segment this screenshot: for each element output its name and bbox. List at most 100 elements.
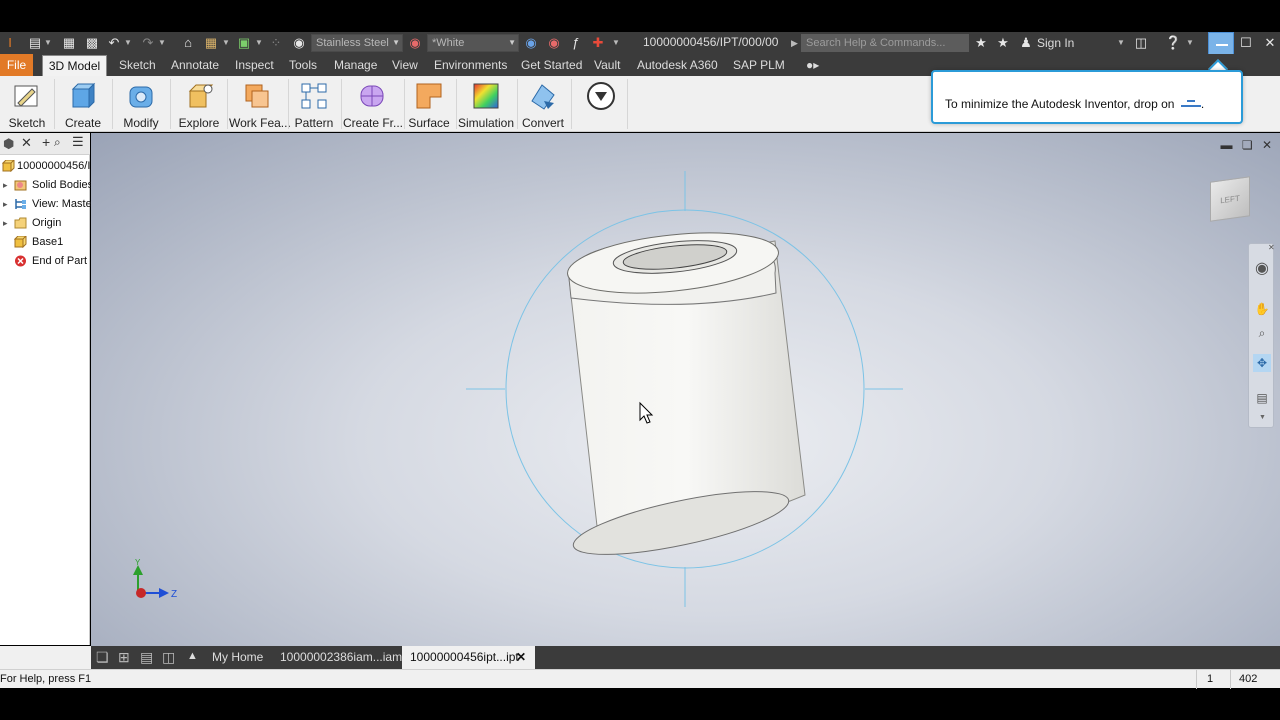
- end-of-part-icon: [15, 255, 26, 267]
- search-input[interactable]: Search Help & Commands...: [801, 34, 969, 52]
- doc-tab-assembly[interactable]: 10000002386iam...iam: [280, 646, 402, 669]
- maximize-icon[interactable]: ☐: [1238, 35, 1254, 51]
- tab-get-started[interactable]: Get Started: [521, 57, 582, 74]
- parameters-icon[interactable]: ƒ: [568, 35, 584, 51]
- expand-arrow-icon[interactable]: ▸: [3, 195, 8, 213]
- pan-icon[interactable]: ✋: [1253, 300, 1271, 318]
- doc-tab-active-part[interactable]: 10000000456ipt...ipt ✕: [402, 646, 535, 669]
- tile-horizontal-icon[interactable]: ▤: [140, 649, 153, 666]
- model-browser: ⬢ ✕ + ⌕ ☰ 10000000456/IPT ▸ Solid Bodies…: [0, 133, 104, 664]
- customize-icon[interactable]: ▼: [612, 35, 620, 51]
- divider: [517, 79, 518, 129]
- tab-sketch[interactable]: Sketch: [119, 57, 156, 74]
- tile-icon[interactable]: ⊞: [118, 649, 130, 666]
- appearance-select[interactable]: *White ▼: [427, 34, 519, 52]
- undo-icon[interactable]: ↶: [106, 35, 122, 51]
- zoom-icon[interactable]: ⌕: [1253, 324, 1271, 342]
- user-icon[interactable]: ♟: [1018, 35, 1034, 51]
- open-icon[interactable]: ▦: [61, 35, 77, 51]
- chevron-down-icon[interactable]: ▼: [44, 35, 52, 51]
- tab-vault[interactable]: Vault: [594, 57, 620, 74]
- tile-vertical-icon[interactable]: ◫: [162, 649, 175, 666]
- status-count-occurrences: 1: [1207, 673, 1214, 685]
- redo-icon[interactable]: ↷: [140, 35, 156, 51]
- viewcube[interactable]: LEFT: [1210, 176, 1250, 222]
- expand-arrow-icon[interactable]: ▶: [791, 35, 799, 51]
- favorites-icon[interactable]: ★: [995, 35, 1011, 51]
- surface-button[interactable]: Surface: [406, 78, 452, 130]
- chevron-down-icon[interactable]: ▼: [255, 35, 263, 51]
- more-panels-button[interactable]: [580, 78, 622, 130]
- cart-icon[interactable]: ◫: [1133, 35, 1149, 51]
- tab-manage[interactable]: Manage: [334, 57, 377, 74]
- chevron-down-icon[interactable]: ▼: [1117, 35, 1125, 51]
- project-icon[interactable]: ▦: [203, 35, 219, 51]
- orbit-icon[interactable]: ✥: [1253, 354, 1271, 372]
- home-icon[interactable]: ⌂: [180, 35, 196, 51]
- graphics-viewport[interactable]: ▬ ❏ ✕ Y Z LEFT ✕ ◉ ✋ ⌕ ✥ ▤ ▼: [91, 133, 1280, 646]
- material-select[interactable]: Stainless Steel ▼: [311, 34, 403, 52]
- pattern-button[interactable]: Pattern: [290, 78, 338, 130]
- explore-button[interactable]: Explore: [175, 78, 223, 130]
- clear-appearance-icon[interactable]: ◉: [546, 35, 562, 51]
- expand-circle-icon: [587, 82, 615, 110]
- inventor-logo-icon[interactable]: I: [2, 35, 18, 51]
- tab-view[interactable]: View: [392, 57, 418, 74]
- work-features-button[interactable]: Work Fea...: [229, 78, 291, 130]
- measure-icon[interactable]: ✚: [590, 35, 606, 51]
- tab-annotate[interactable]: Annotate: [171, 57, 219, 74]
- cascade-icon[interactable]: ❏: [96, 649, 109, 666]
- tab-sap-plm[interactable]: SAP PLM: [733, 57, 785, 74]
- tab-environments[interactable]: Environments: [434, 57, 507, 74]
- simulation-button[interactable]: Simulation: [458, 78, 514, 130]
- browser-node-label: Origin: [32, 217, 62, 229]
- tab-tools[interactable]: Tools: [289, 57, 317, 74]
- navbar-close-icon[interactable]: ✕: [1268, 243, 1275, 252]
- binoculars-icon[interactable]: ★: [973, 35, 989, 51]
- tab-autodesk-a360[interactable]: Autodesk A360: [637, 57, 718, 74]
- video-icon[interactable]: ●▸: [806, 57, 819, 74]
- chevron-down-icon[interactable]: ▼: [222, 35, 230, 51]
- minimize-button[interactable]: [1208, 32, 1234, 56]
- triad-y-label: Y: [135, 558, 141, 567]
- material-sphere-icon[interactable]: ◉: [291, 35, 307, 51]
- explore-icon: [188, 84, 214, 108]
- expand-arrow-icon[interactable]: ▸: [3, 214, 8, 232]
- navbar-menu-icon[interactable]: ▼: [1259, 414, 1266, 421]
- close-icon[interactable]: ✕: [21, 135, 32, 151]
- tab-3d-model[interactable]: 3D Model: [42, 55, 107, 76]
- new-icon[interactable]: ▤: [27, 35, 43, 51]
- tab-inspect[interactable]: Inspect: [235, 57, 274, 74]
- close-icon[interactable]: ✕: [516, 646, 526, 669]
- search-icon[interactable]: ⌕: [54, 135, 61, 150]
- appearance-icon[interactable]: ◉: [407, 35, 423, 51]
- cylinder-part[interactable]: [565, 224, 806, 567]
- model-cube-icon[interactable]: ⬢: [3, 136, 14, 152]
- chevron-down-icon[interactable]: ▼: [1186, 35, 1194, 51]
- tab-file[interactable]: File: [0, 54, 33, 76]
- add-tab-icon[interactable]: +: [42, 134, 50, 150]
- look-at-icon[interactable]: ▤: [1253, 389, 1271, 407]
- steering-wheel-icon[interactable]: ◉: [1253, 260, 1271, 278]
- select-icon[interactable]: ⁘: [268, 35, 284, 51]
- close-icon[interactable]: ✕: [1262, 35, 1278, 51]
- create-button[interactable]: Create: [60, 78, 106, 130]
- doc-tab-my-home[interactable]: My Home: [212, 646, 263, 669]
- sketch-label: Sketch: [8, 116, 46, 130]
- chevron-down-icon[interactable]: ▼: [158, 35, 166, 51]
- expand-arrow-icon[interactable]: ▸: [3, 176, 8, 194]
- browser-node-label: Solid Bodies(: [32, 179, 97, 191]
- help-icon[interactable]: ❔: [1165, 35, 1181, 51]
- create-freeform-button[interactable]: Create Fr...: [343, 78, 403, 130]
- menu-icon[interactable]: ☰: [72, 134, 84, 150]
- tabs-overflow-icon[interactable]: ▲: [187, 650, 198, 662]
- chevron-down-icon[interactable]: ▼: [124, 35, 132, 51]
- convert-button[interactable]: Convert: [519, 78, 567, 130]
- quick-access-toolbar: I ▤ ▼ ▦ ▩ ↶ ▼ ↷ ▼ ⌂ ▦ ▼ ▣ ▼ ⁘ ◉ Stainles…: [0, 32, 1280, 54]
- sign-in-link[interactable]: Sign In: [1037, 36, 1074, 50]
- modify-button[interactable]: Modify: [117, 78, 165, 130]
- sketch-button[interactable]: Sketch: [4, 78, 50, 130]
- adjust-icon[interactable]: ◉: [523, 35, 539, 51]
- update-icon[interactable]: ▣: [236, 35, 252, 51]
- save-icon[interactable]: ▩: [84, 35, 100, 51]
